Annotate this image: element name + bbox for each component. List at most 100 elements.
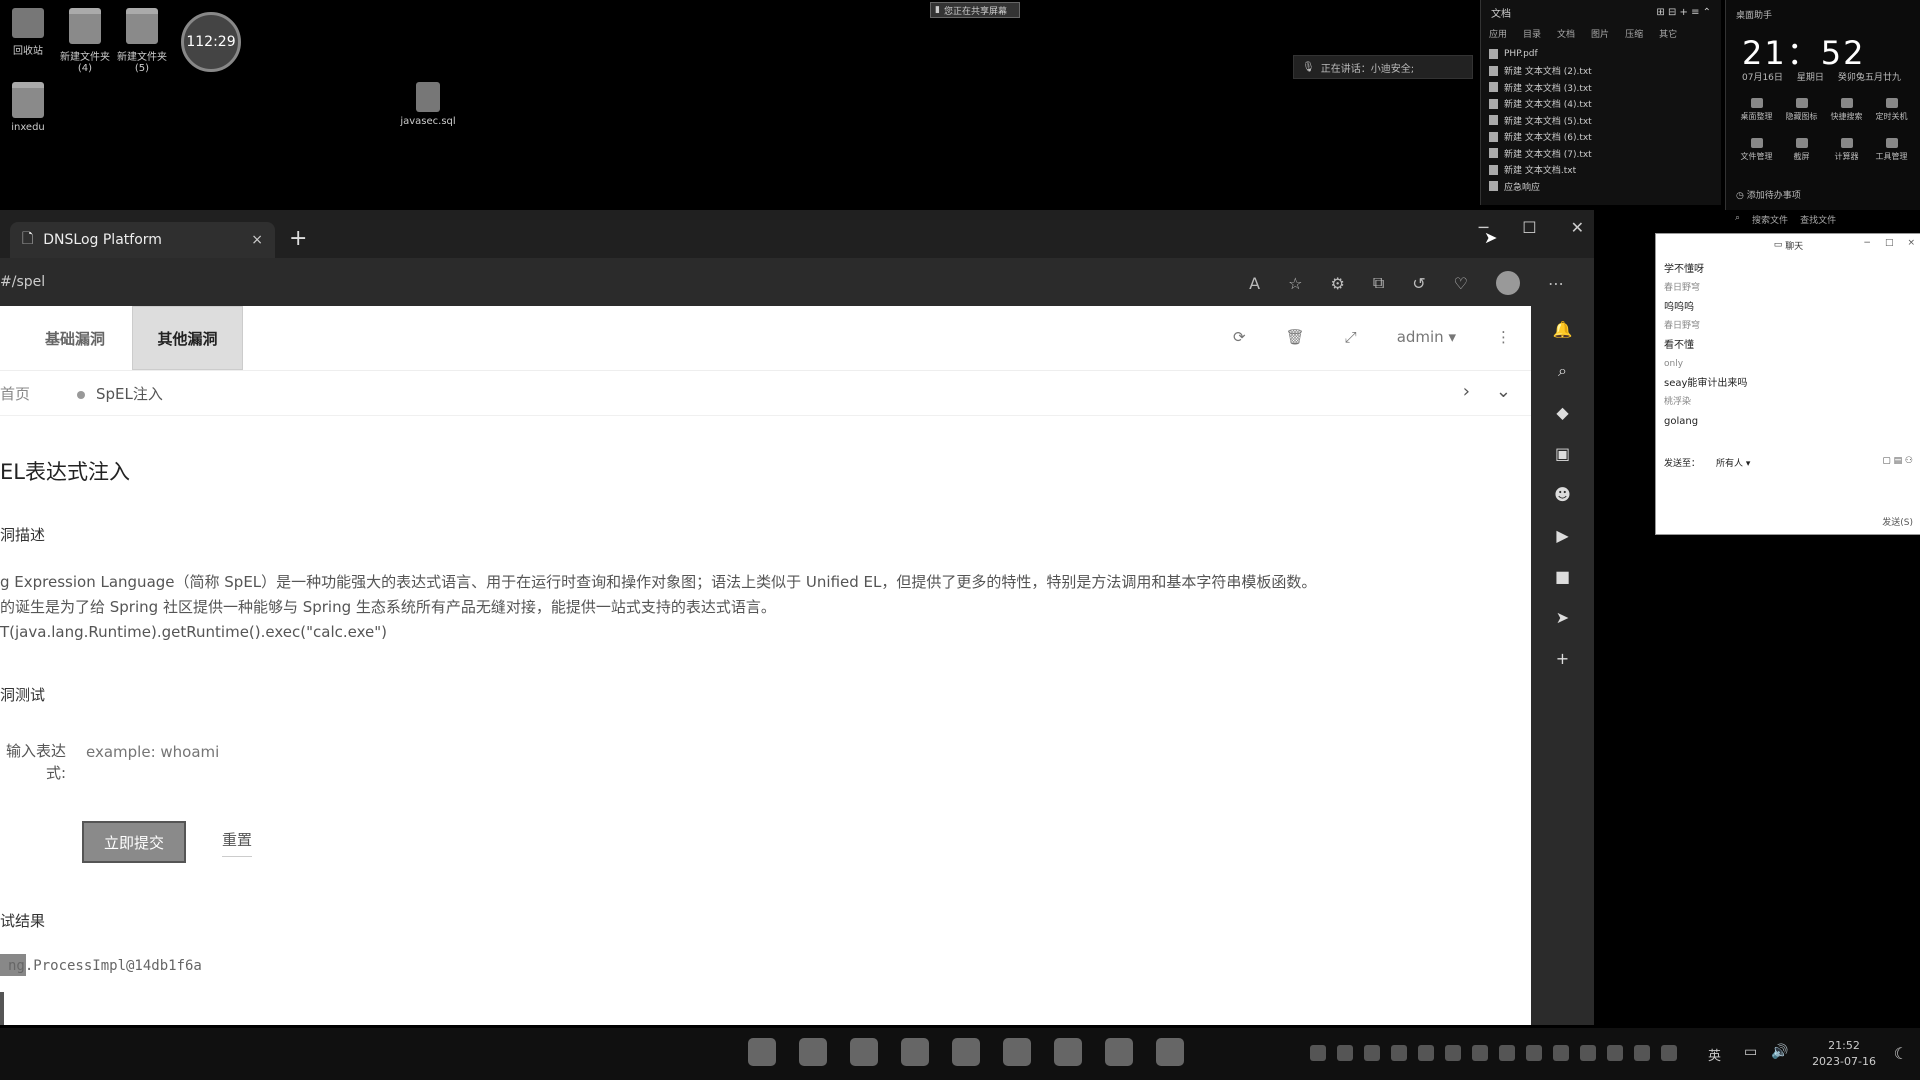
file-tab[interactable]: 目录 (1523, 27, 1541, 40)
assistant-search-row[interactable]: ⌕ 搜索文件 查找文件 (1735, 213, 1836, 226)
chevron-right-icon[interactable]: › (1463, 381, 1470, 402)
desktop-icon-javasec-sql[interactable]: javasec.sql (392, 82, 464, 127)
office-icon[interactable]: ■ (1555, 567, 1570, 586)
panel-controls-icon[interactable]: ⊞ ⊟ + ≡ ⌃ (1656, 7, 1711, 18)
tray-icon[interactable] (1418, 1045, 1434, 1061)
file-item[interactable]: 新建 文本文档 (7).txt (1489, 145, 1713, 162)
file-item[interactable]: 新建 文本文档 (5).txt (1489, 112, 1713, 129)
file-item[interactable]: 新建 文本文档 (2).txt (1489, 63, 1713, 80)
screen-sharing-indicator[interactable]: ▮ 您正在共享屏幕 (930, 2, 1020, 18)
todo-link[interactable]: ◷ 添加待办事项 (1736, 188, 1801, 201)
fullscreen-icon[interactable]: ⤢ (1345, 328, 1357, 346)
health-icon[interactable]: ♡ (1454, 274, 1468, 293)
chrome-icon[interactable] (901, 1038, 929, 1066)
file-item[interactable]: 新建 文本文档 (4).txt (1489, 96, 1713, 113)
ide-icon[interactable] (1105, 1038, 1133, 1066)
tool-item[interactable]: 桌面整理 (1734, 98, 1779, 122)
photos-icon[interactable] (1003, 1038, 1031, 1066)
tool-item[interactable]: 计算器 (1824, 138, 1869, 162)
tool-item[interactable]: 隐藏图标 (1779, 98, 1824, 122)
desktop-icon-folder-5[interactable]: 新建文件夹 (5) (106, 8, 178, 74)
send-icon[interactable]: ➤ (1556, 608, 1569, 627)
toolbox-icon[interactable]: ▣ (1555, 444, 1570, 463)
file-item[interactable]: 应急响应 (1489, 178, 1713, 195)
collections-icon[interactable]: ⧉ (1373, 273, 1384, 293)
edge-browser-icon[interactable] (850, 1038, 878, 1066)
user-menu[interactable]: admin ▾ (1397, 328, 1456, 346)
tray-icon[interactable] (1445, 1045, 1461, 1061)
nav-other-vulns[interactable]: 其他漏洞 (132, 306, 243, 370)
tray-icon[interactable] (1526, 1045, 1542, 1061)
tray-icon[interactable] (1337, 1045, 1353, 1061)
expression-input[interactable] (84, 738, 688, 766)
tool-item[interactable]: 快捷搜索 (1824, 98, 1869, 122)
read-aloud-icon[interactable]: A (1249, 274, 1260, 293)
refresh-icon[interactable]: ⟳ (1233, 328, 1246, 346)
file-tab[interactable]: 压缩 (1625, 27, 1643, 40)
chevron-down-icon[interactable]: ⌄ (1496, 381, 1511, 402)
search-icon[interactable]: ⌕ (1558, 361, 1567, 381)
favorite-star-icon[interactable]: ☆ (1288, 274, 1302, 293)
kebab-menu-icon[interactable]: ⋮ (1496, 328, 1511, 346)
paw-app-icon[interactable] (1156, 1038, 1184, 1066)
tray-icon[interactable] (1364, 1045, 1380, 1061)
input-language[interactable]: 英 (1708, 1045, 1721, 1064)
file-tab[interactable]: 图片 (1591, 27, 1609, 40)
submit-button[interactable]: 立即提交 (82, 821, 186, 863)
extensions-icon[interactable]: ⚙ (1330, 274, 1344, 293)
chat-tools[interactable]: ▢ ▤ ⚇ (1882, 456, 1913, 466)
maximize-icon[interactable]: □ (1885, 238, 1894, 248)
send-to-select[interactable]: 所有人 ▾ (1716, 456, 1750, 469)
more-icon[interactable]: ⋯ (1548, 274, 1564, 293)
close-icon[interactable]: × (1907, 238, 1915, 248)
tool-item[interactable]: 文件管理 (1734, 138, 1779, 162)
file-item[interactable]: 新建 文本文档.txt (1489, 162, 1713, 179)
tag-icon[interactable]: ◆ (1556, 403, 1568, 422)
tray-icon[interactable] (1607, 1045, 1623, 1061)
file-explorer-icon[interactable] (799, 1038, 827, 1066)
start-icon[interactable] (748, 1038, 776, 1066)
maximize-icon[interactable]: ☐ (1522, 218, 1536, 237)
file-item[interactable]: 新建 文本文档 (3).txt (1489, 79, 1713, 96)
tray-icon[interactable] (1634, 1045, 1650, 1061)
profile-avatar[interactable] (1496, 271, 1520, 295)
minimize-icon[interactable]: − (1863, 238, 1871, 248)
tray-icon[interactable] (1391, 1045, 1407, 1061)
close-tab-icon[interactable]: × (251, 232, 263, 248)
tool-item[interactable]: 工具管理 (1869, 138, 1914, 162)
url-field[interactable]: #/spel (0, 274, 45, 290)
tray-icon[interactable] (1580, 1045, 1596, 1061)
close-icon[interactable]: ✕ (1571, 218, 1584, 237)
nav-basic-vulns[interactable]: 基础漏洞 (20, 306, 130, 370)
tray-icon[interactable] (1499, 1045, 1515, 1061)
breadcrumb-home[interactable]: 首页 (0, 383, 30, 404)
add-icon[interactable]: + (1556, 649, 1569, 668)
bell-icon[interactable]: 🔔 (1553, 320, 1573, 339)
send-button[interactable]: 发送(S) (1882, 515, 1913, 528)
tray-icon[interactable] (1472, 1045, 1488, 1061)
store-icon[interactable] (952, 1038, 980, 1066)
people-icon[interactable]: ☻ (1554, 485, 1571, 504)
new-tab-button[interactable]: + (289, 226, 307, 251)
play-icon[interactable]: ▶ (1556, 526, 1568, 545)
tab-dnslog[interactable]: 🗋 DNSLog Platform × (10, 222, 275, 258)
history-icon[interactable]: ↺ (1412, 274, 1425, 293)
file-tab[interactable]: 文档 (1557, 27, 1575, 40)
tray-icon[interactable] (1553, 1045, 1569, 1061)
file-tab[interactable]: 应用 (1489, 27, 1507, 40)
p-app-icon[interactable] (1054, 1038, 1082, 1066)
desktop-icon-inxedu[interactable]: inxedu (0, 82, 64, 133)
microphone-icon[interactable] (1661, 1045, 1677, 1061)
file-item[interactable]: PHP.pdf (1489, 46, 1713, 63)
moon-icon[interactable]: ☾ (1894, 1044, 1908, 1063)
tool-item[interactable]: 定时关机 (1869, 98, 1914, 122)
breadcrumb-current[interactable]: SpEL注入 (96, 383, 163, 404)
tool-item[interactable]: 截屏 (1779, 138, 1824, 162)
reset-button[interactable]: 重置 (222, 829, 253, 857)
tray-system-icons[interactable]: ▭ 🔊 (1744, 1044, 1789, 1060)
file-item[interactable]: 新建 文本文档 (6).txt (1489, 129, 1713, 146)
tray-icon[interactable] (1310, 1045, 1326, 1061)
file-tab[interactable]: 其它 (1659, 27, 1677, 40)
trash-icon[interactable]: 🗑 (1286, 328, 1305, 346)
taskbar-clock[interactable]: 21:52 2023-07-16 (1812, 1038, 1876, 1070)
